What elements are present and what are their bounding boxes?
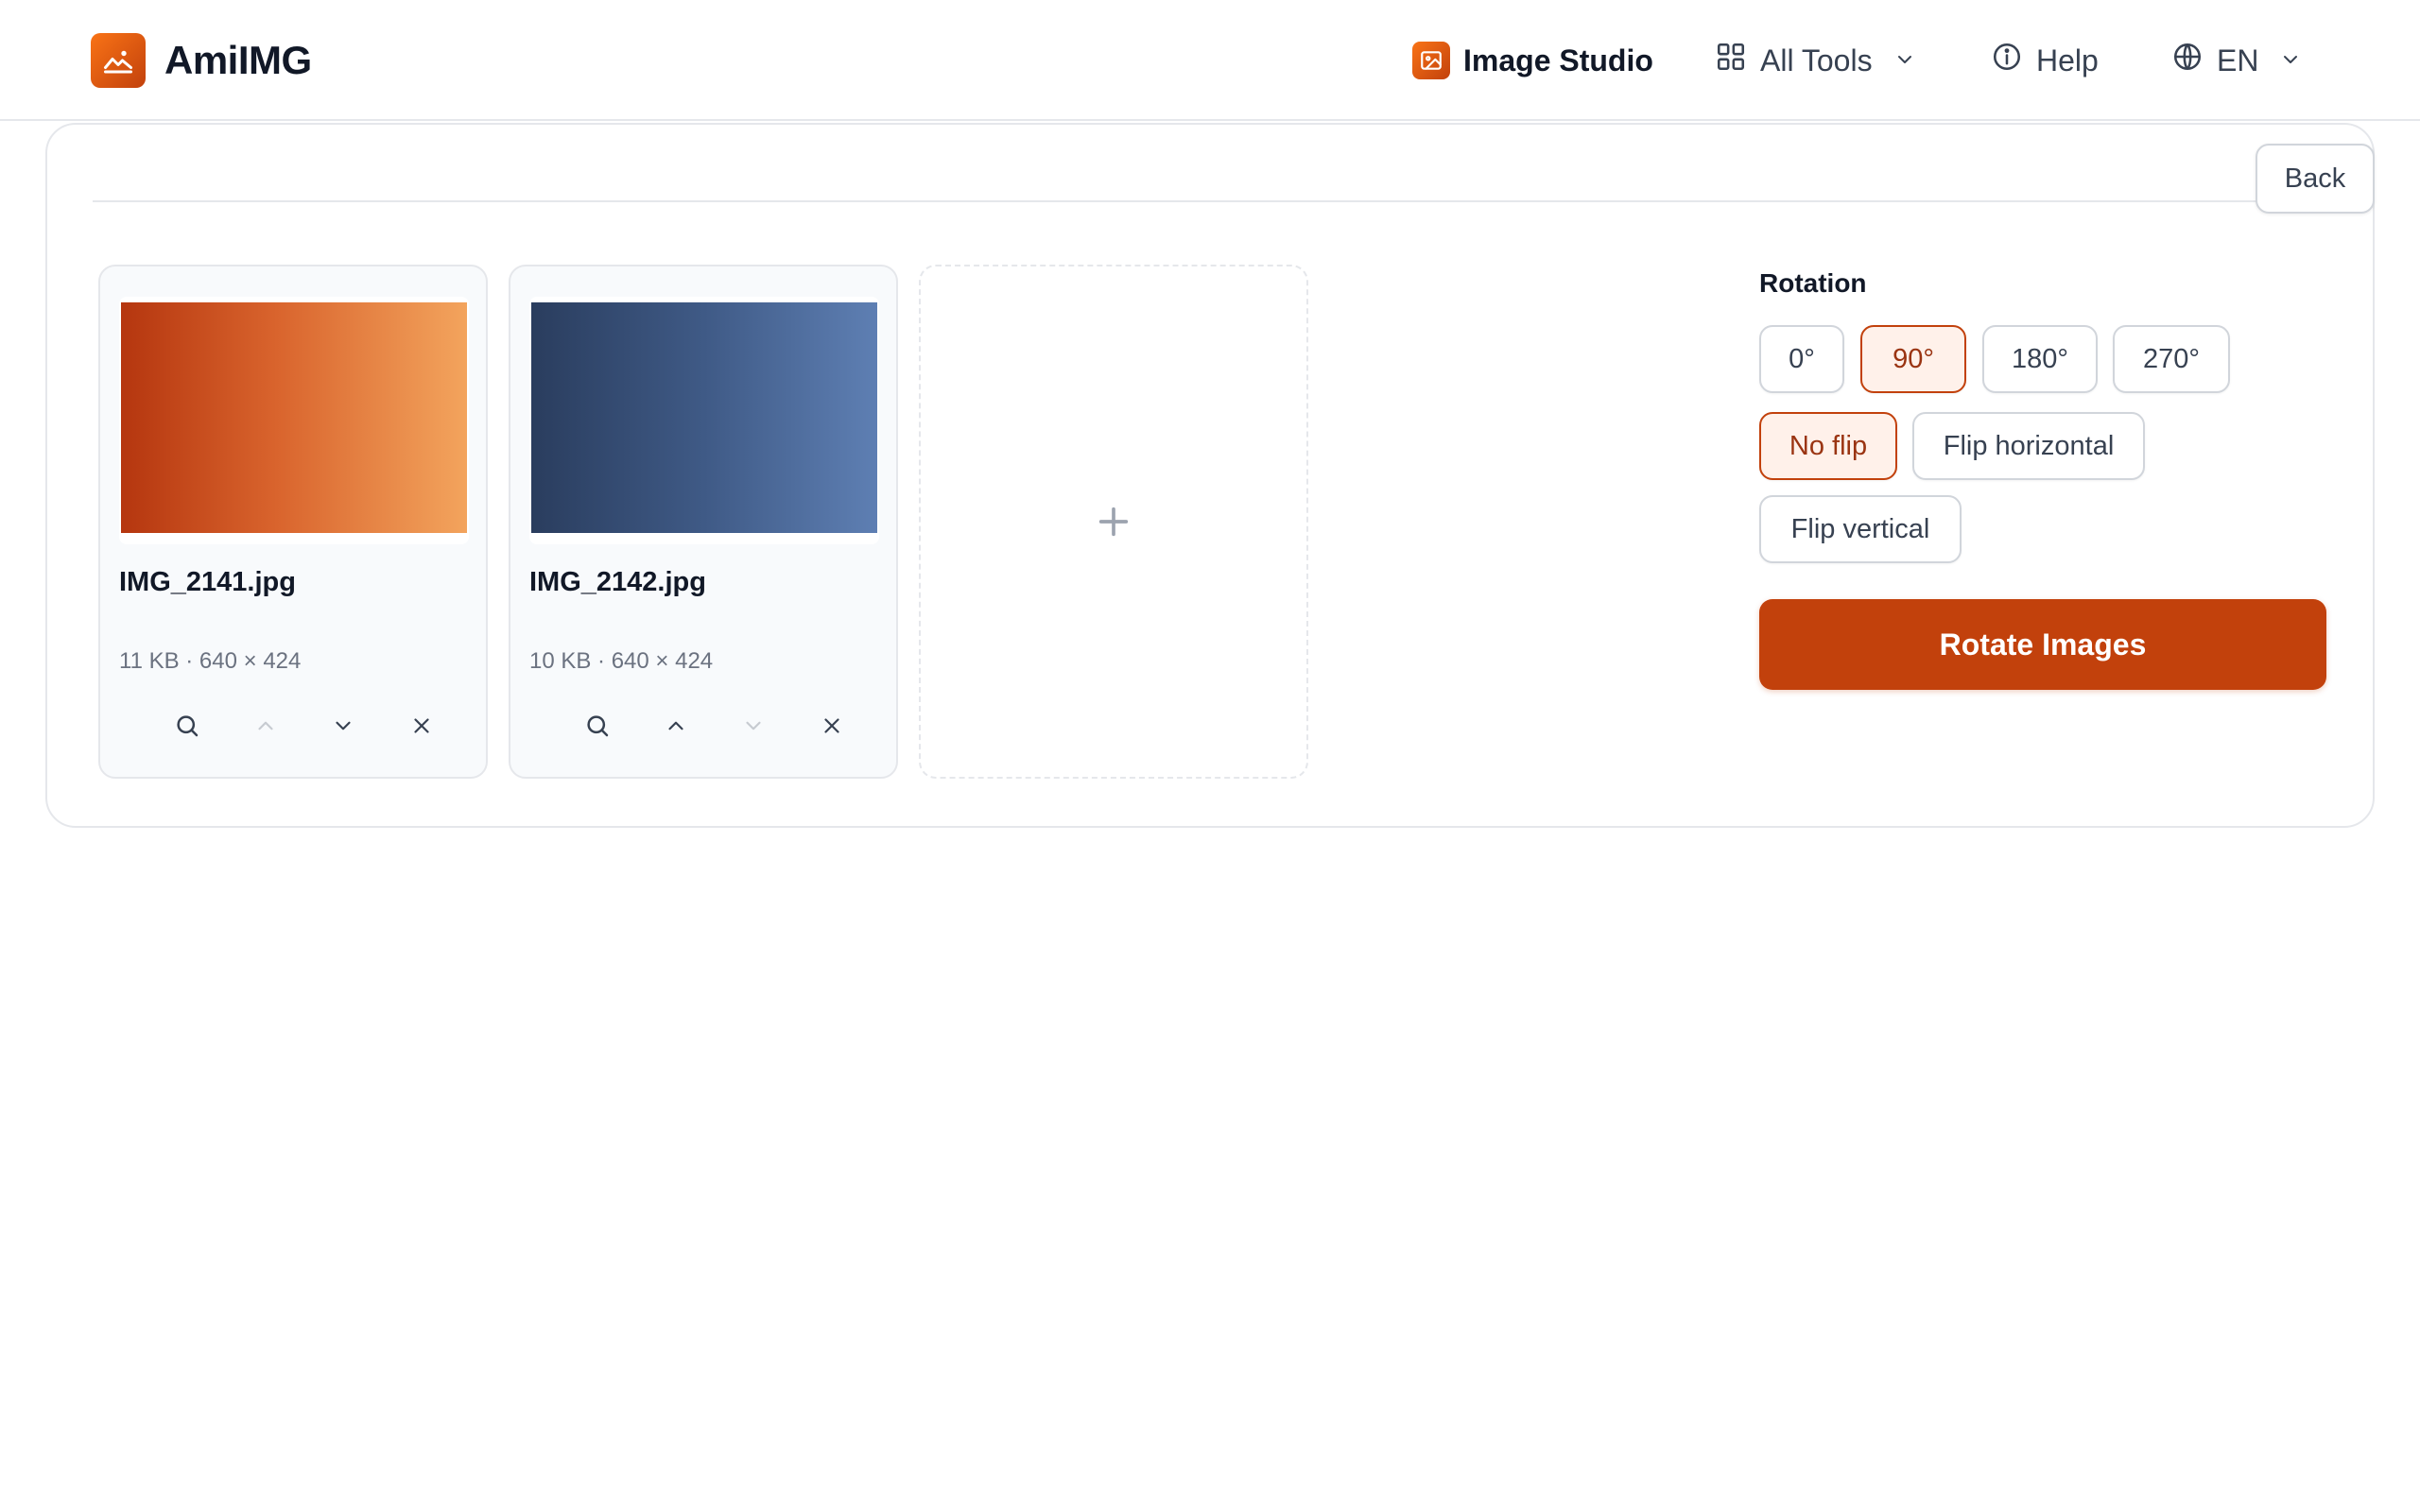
image-card: IMG_2142.jpg 10 KB · 640 × 424 [509, 265, 898, 779]
language-selector[interactable]: EN [2171, 34, 2302, 87]
nav-image-studio-label: Image Studio [1463, 43, 1653, 77]
nav-all-tools-label: All Tools [1760, 43, 1873, 77]
search-icon [177, 715, 199, 737]
file-name: IMG_2141.jpg [119, 567, 296, 597]
chevron-down-icon [1893, 43, 1916, 78]
chevron-down-icon [746, 721, 761, 730]
no-flip-button[interactable]: No flip [1759, 412, 1897, 480]
flip-horizontal-button[interactable]: Flip horizontal [1912, 412, 2145, 480]
preview-button[interactable] [579, 707, 616, 745]
move-down-button[interactable] [324, 707, 362, 745]
card-actions [168, 707, 441, 745]
file-name: IMG_2142.jpg [529, 567, 706, 597]
thumbnail-frame [119, 297, 469, 544]
nav-help-label: Help [2036, 43, 2099, 77]
flip-vertical-button[interactable]: Flip vertical [1759, 495, 1962, 563]
preview-button[interactable] [168, 707, 206, 745]
remove-button[interactable] [813, 707, 851, 745]
rotation-0-button[interactable]: 0° [1759, 325, 1844, 393]
brand-name: AmiIMG [164, 38, 312, 82]
image-icon [1412, 42, 1450, 79]
brand-home-link[interactable]: AmiIMG [91, 33, 312, 88]
rotate-images-button[interactable]: Rotate Images [1759, 599, 2326, 690]
move-down-button[interactable] [735, 707, 772, 745]
globe-icon [2171, 41, 2204, 80]
close-icon [414, 718, 429, 733]
move-up-button[interactable] [247, 707, 285, 745]
file-meta: 11 KB · 640 × 424 [119, 648, 302, 674]
nav-all-tools[interactable]: All Tools [1715, 34, 1916, 87]
panel-divider [93, 200, 2305, 202]
top-header: AmiIMG Image Studio All Tools Help EN [0, 0, 2420, 121]
rotate-panel: Back IMG_2141.jpg 11 KB · 640 × 424 IMG_… [45, 123, 2375, 828]
rotation-90-button[interactable]: 90° [1860, 325, 1966, 393]
image-card: IMG_2141.jpg 11 KB · 640 × 424 [98, 265, 488, 779]
grid-icon [1715, 41, 1747, 80]
nav-help[interactable]: Help [1991, 34, 2099, 87]
mountain-logo-icon [91, 33, 146, 88]
remove-button[interactable] [403, 707, 441, 745]
thumbnail-frame [529, 297, 879, 544]
rotation-label: Rotation [1759, 268, 1867, 298]
file-meta: 10 KB · 640 × 424 [529, 648, 714, 674]
move-up-button[interactable] [657, 707, 695, 745]
rotation-270-button[interactable]: 270° [2113, 325, 2230, 393]
close-icon [824, 718, 839, 733]
language-label: EN [2217, 43, 2259, 77]
chevron-up-icon [258, 721, 273, 730]
image-thumbnail[interactable] [121, 302, 467, 533]
card-actions [579, 707, 851, 745]
nav-image-studio[interactable]: Image Studio [1412, 34, 1653, 87]
chevron-down-icon [336, 721, 351, 730]
rotation-180-button[interactable]: 180° [1982, 325, 2098, 393]
chevron-down-icon [2279, 43, 2302, 78]
back-button[interactable]: Back [2256, 144, 2375, 214]
add-image-dropzone[interactable] [919, 265, 1308, 779]
image-thumbnail[interactable] [531, 302, 877, 533]
search-icon [587, 715, 609, 737]
info-icon [1991, 41, 2023, 80]
plus-icon [1098, 507, 1129, 537]
chevron-up-icon [668, 721, 683, 730]
